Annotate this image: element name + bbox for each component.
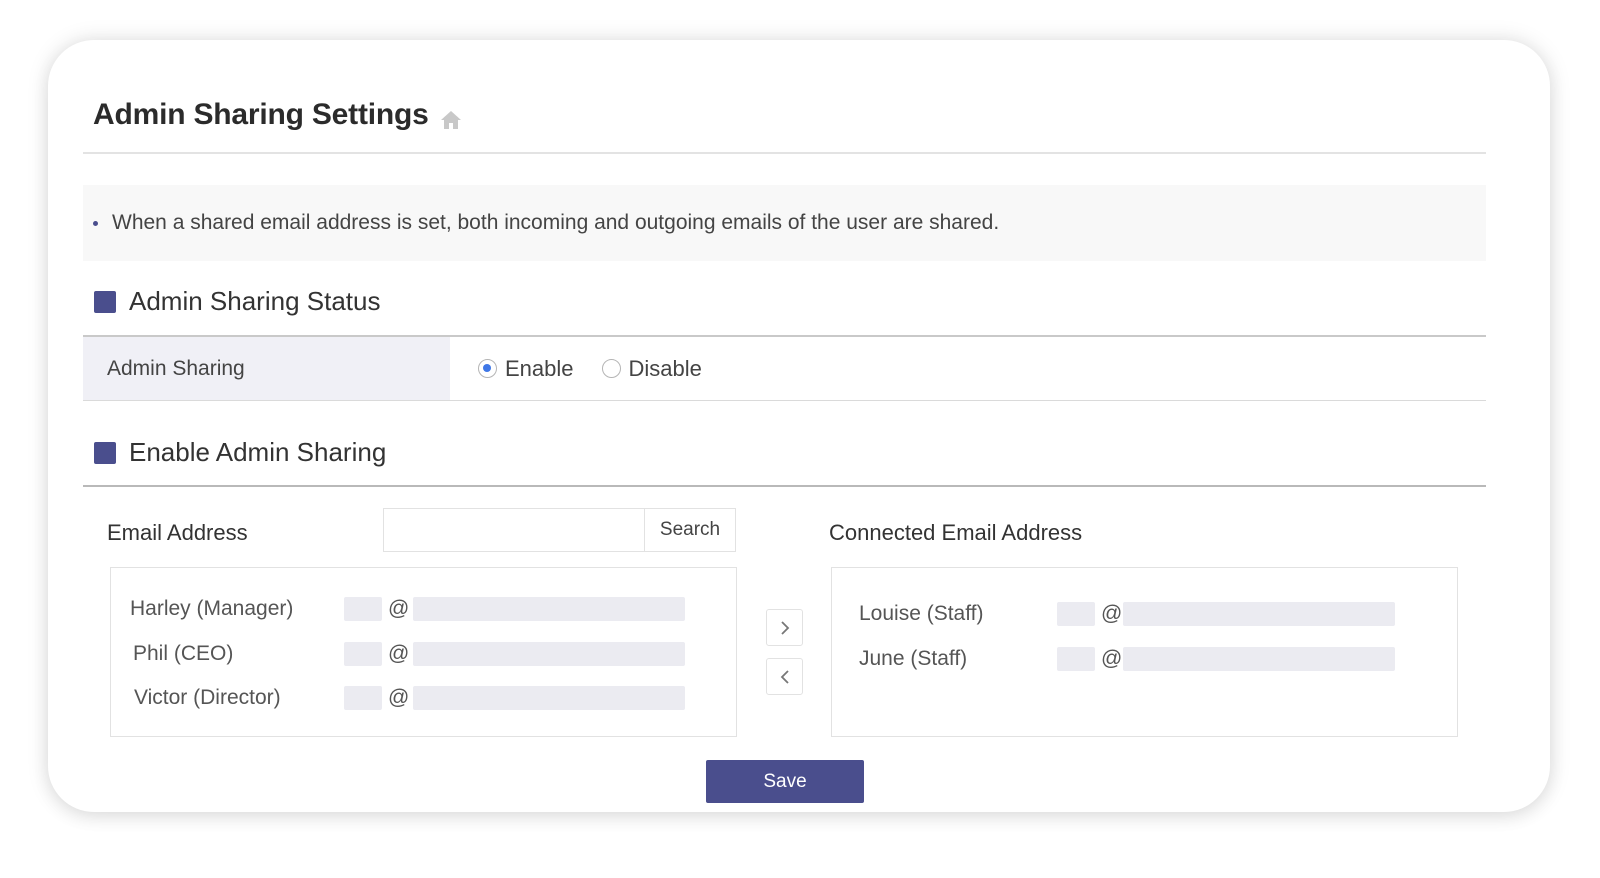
email-local-part bbox=[344, 642, 382, 666]
user-name: Phil (CEO) bbox=[133, 642, 234, 665]
connected-email-label: Connected Email Address bbox=[829, 520, 1083, 545]
user-name: June (Staff) bbox=[859, 647, 968, 670]
radio-enable-indicator[interactable] bbox=[478, 359, 497, 378]
page-title: Admin Sharing Settings bbox=[93, 98, 463, 132]
connected-email-list[interactable]: Louise (Staff) @ June (Staff) @ bbox=[831, 567, 1458, 737]
section-heading-text: Admin Sharing Status bbox=[129, 286, 381, 316]
list-item[interactable]: June (Staff) @ bbox=[832, 646, 1459, 672]
email-domain bbox=[413, 597, 685, 621]
move-left-button[interactable] bbox=[766, 658, 803, 695]
email-search: Search bbox=[383, 508, 736, 552]
section-heading-enable: Enable Admin Sharing bbox=[94, 437, 386, 468]
page-title-text: Admin Sharing Settings bbox=[93, 98, 429, 131]
admin-sharing-status-table: Admin Sharing Enable Disable bbox=[83, 335, 1486, 401]
section-heading-status: Admin Sharing Status bbox=[94, 286, 380, 317]
search-button[interactable]: Search bbox=[645, 509, 735, 551]
user-name: Harley (Manager) bbox=[130, 597, 294, 620]
save-button[interactable]: Save bbox=[706, 760, 864, 803]
at-sign: @ bbox=[388, 642, 410, 665]
at-sign: @ bbox=[1101, 647, 1123, 670]
list-item[interactable]: Phil (CEO) @ bbox=[111, 641, 738, 667]
email-local-part bbox=[344, 597, 382, 621]
user-name: Victor (Director) bbox=[134, 686, 281, 709]
at-sign: @ bbox=[1101, 602, 1123, 625]
notice-text: When a shared email address is set, both… bbox=[112, 211, 1000, 234]
radio-disable-label[interactable]: Disable bbox=[629, 356, 702, 382]
available-email-list[interactable]: Harley (Manager) @ Phil (CEO) @ Victor (… bbox=[110, 567, 737, 737]
list-item[interactable]: Louise (Staff) @ bbox=[832, 601, 1459, 627]
email-domain bbox=[413, 686, 685, 710]
section-heading-text: Enable Admin Sharing bbox=[129, 437, 387, 467]
list-item[interactable]: Harley (Manager) @ bbox=[111, 596, 738, 622]
title-divider bbox=[83, 152, 1486, 154]
list-item[interactable]: Victor (Director) @ bbox=[111, 685, 738, 711]
email-domain bbox=[413, 642, 685, 666]
admin-sharing-label: Admin Sharing bbox=[107, 356, 245, 380]
email-address-label: Email Address bbox=[107, 520, 248, 545]
email-domain bbox=[1123, 647, 1395, 671]
admin-sharing-label-cell: Admin Sharing bbox=[83, 337, 450, 400]
email-local-part bbox=[1057, 647, 1095, 671]
bullet-icon bbox=[93, 220, 98, 226]
move-right-button[interactable] bbox=[766, 609, 803, 646]
section-marker-icon bbox=[94, 290, 116, 313]
email-domain bbox=[1123, 602, 1395, 626]
radio-disable[interactable]: Disable bbox=[601, 356, 702, 382]
section-marker-icon bbox=[94, 441, 116, 464]
at-sign: @ bbox=[388, 686, 410, 709]
notice-box: When a shared email address is set, both… bbox=[83, 185, 1486, 261]
admin-sharing-options-cell: Enable Disable bbox=[450, 337, 1486, 400]
radio-enable[interactable]: Enable bbox=[478, 356, 574, 382]
email-search-input[interactable] bbox=[384, 509, 645, 551]
at-sign: @ bbox=[388, 597, 410, 620]
email-local-part bbox=[1057, 602, 1095, 626]
user-name: Louise (Staff) bbox=[859, 602, 984, 625]
radio-enable-label[interactable]: Enable bbox=[505, 356, 574, 382]
email-local-part bbox=[344, 686, 382, 710]
chevron-left-icon bbox=[780, 669, 789, 684]
radio-disable-indicator[interactable] bbox=[601, 359, 621, 378]
home-icon[interactable] bbox=[439, 105, 463, 129]
enable-section-divider bbox=[83, 485, 1486, 487]
chevron-right-icon bbox=[780, 620, 789, 635]
